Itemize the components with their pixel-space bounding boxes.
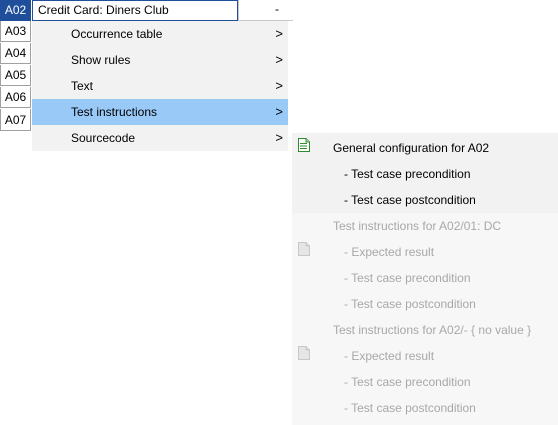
chevron-right-icon: > bbox=[275, 78, 283, 93]
row-header-label: A07 bbox=[4, 112, 27, 127]
test-instructions-submenu: General configuration for A02 - Test cas… bbox=[292, 133, 558, 425]
row-header-a04[interactable]: A04 bbox=[0, 43, 31, 64]
chevron-right-icon: > bbox=[275, 104, 283, 119]
grid-divider bbox=[238, 0, 239, 21]
submenu-general-config-title[interactable]: General configuration for A02 bbox=[333, 139, 489, 157]
chevron-right-icon: > bbox=[275, 130, 283, 145]
document-icon bbox=[298, 346, 310, 360]
row-header-label: A05 bbox=[4, 68, 27, 82]
chevron-right-icon: > bbox=[275, 52, 283, 67]
cell-a02-extra[interactable]: - bbox=[262, 0, 292, 21]
submenu-general-postcondition[interactable]: - Test case postcondition bbox=[344, 191, 476, 209]
context-menu: Occurrence table > Show rules > Text > T… bbox=[32, 21, 288, 151]
submenu-a02-01-title: Test instructions for A02/01: DC bbox=[333, 219, 502, 233]
menu-item-sourcecode[interactable]: Sourcecode > bbox=[32, 125, 288, 151]
row-header-label: A03 bbox=[4, 24, 27, 38]
submenu-general-precondition[interactable]: - Test case precondition bbox=[344, 165, 471, 183]
row-header-a02[interactable]: A02 bbox=[0, 0, 31, 21]
submenu-a02-novalue-expected-result: - Expected result bbox=[344, 349, 435, 363]
submenu-a02-01-precondition: - Test case precondition bbox=[344, 271, 471, 285]
cell-a02-value[interactable]: Credit Card: Diners Club bbox=[32, 0, 238, 21]
menu-item-text[interactable]: Text > bbox=[32, 73, 288, 99]
menu-item-test-instructions[interactable]: Test instructions > bbox=[32, 99, 288, 125]
row-header-a06[interactable]: A06 bbox=[0, 87, 31, 108]
submenu-a02-novalue-precondition: - Test case precondition bbox=[344, 375, 471, 389]
menu-item-occurrence-table[interactable]: Occurrence table > bbox=[32, 21, 288, 47]
document-icon bbox=[298, 242, 310, 256]
document-icon bbox=[298, 138, 310, 152]
menu-item-label: Text bbox=[71, 79, 94, 93]
row-header-label: A04 bbox=[4, 46, 27, 60]
submenu-a02-novalue-postcondition: - Test case postcondition bbox=[344, 401, 476, 415]
menu-item-label: Occurrence table bbox=[71, 27, 163, 41]
row-header-label: A02 bbox=[4, 3, 27, 17]
menu-item-label: Show rules bbox=[71, 53, 131, 67]
submenu-a02-novalue-title: Test instructions for A02/- { no value } bbox=[333, 323, 532, 337]
row-header-a03[interactable]: A03 bbox=[0, 21, 31, 42]
chevron-right-icon: > bbox=[275, 26, 283, 41]
row-header-a07[interactable]: A07 bbox=[0, 109, 31, 131]
submenu-a02-01-postcondition: - Test case postcondition bbox=[344, 297, 476, 311]
row-header-label: A06 bbox=[4, 90, 27, 104]
menu-item-label: Sourcecode bbox=[71, 131, 136, 145]
submenu-a02-01-expected-result: - Expected result bbox=[344, 245, 435, 259]
menu-item-label: Test instructions bbox=[71, 105, 158, 119]
row-header-a05[interactable]: A05 bbox=[0, 65, 31, 86]
menu-item-show-rules[interactable]: Show rules > bbox=[32, 47, 288, 73]
